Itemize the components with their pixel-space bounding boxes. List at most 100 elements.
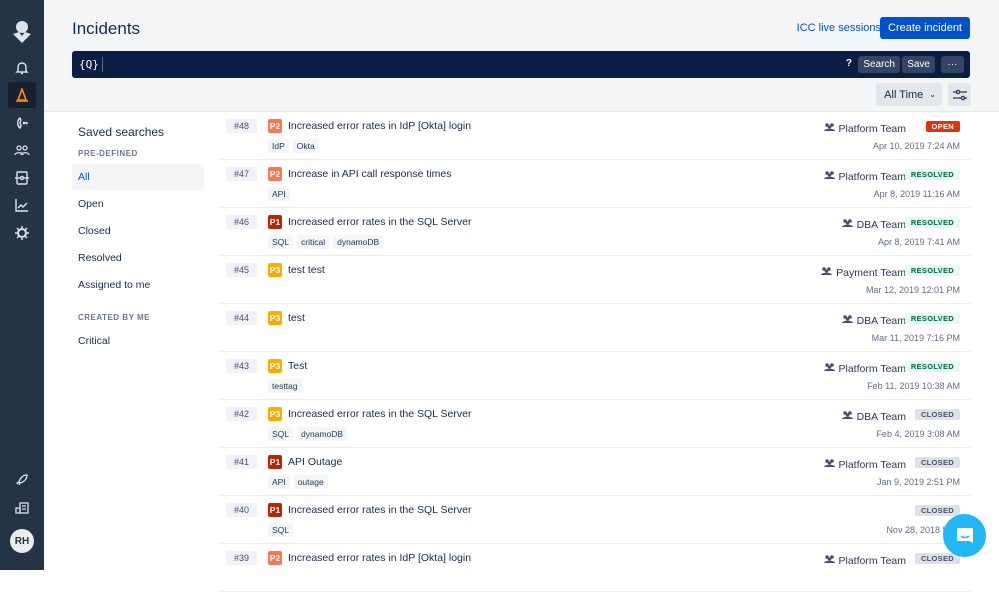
saved-search-all[interactable]: All xyxy=(72,164,204,190)
tag[interactable]: outage xyxy=(293,475,328,489)
team-name: Payment Team xyxy=(836,266,906,279)
chevron-down-icon: ⌄ xyxy=(929,90,936,99)
team: DBA Team xyxy=(841,410,906,423)
phone-icon[interactable] xyxy=(8,110,36,136)
incident-row[interactable]: #48 P2 Increased error rates in IdP [Okt… xyxy=(220,112,970,160)
incident-row[interactable]: #44 P3 test DBA Team RESOLVED Mar 11, 2019 … xyxy=(220,304,970,352)
incidents-cone-icon[interactable] xyxy=(8,82,36,108)
incident-id[interactable]: #46 xyxy=(226,215,257,229)
saved-search-assigned-to-me[interactable]: Assigned to me xyxy=(72,272,204,298)
time-range-value: All Time xyxy=(884,88,924,101)
analytics-icon[interactable] xyxy=(8,192,36,218)
tag-list: SQL xyxy=(268,523,294,537)
tag[interactable]: IdP xyxy=(268,139,289,153)
incident-row[interactable]: #46 P1 Increased error rates in the SQL … xyxy=(220,208,970,256)
app-logo-icon[interactable] xyxy=(8,18,36,46)
team-icon xyxy=(821,266,833,279)
status-badge: RESOLVED xyxy=(904,361,960,372)
time-range-select[interactable]: All Time ⌄ xyxy=(876,83,942,106)
team-name: DBA Team xyxy=(856,314,906,327)
global-sidebar: RH xyxy=(0,0,44,570)
incident-title[interactable]: Increase in API call response times xyxy=(288,168,451,180)
bell-icon[interactable] xyxy=(8,55,36,81)
incident-date: Mar 11, 2019 7:16 PM xyxy=(871,333,960,343)
search-input[interactable] xyxy=(102,57,103,72)
incident-id[interactable]: #42 xyxy=(226,407,257,421)
incident-id[interactable]: #41 xyxy=(226,455,257,469)
help-button[interactable]: ? xyxy=(846,58,852,69)
incident-row[interactable]: #39 P2 Increased error rates in IdP [Okt… xyxy=(220,544,970,592)
incident-row[interactable]: #47 P2 Increase in API call response tim… xyxy=(220,160,970,208)
tag[interactable]: Okta xyxy=(292,139,319,153)
saved-search-open[interactable]: Open xyxy=(72,191,204,217)
status-badge: RESOLVED xyxy=(904,217,960,228)
sliders-icon xyxy=(952,89,967,100)
incident-date: Apr 8, 2019 7:41 AM xyxy=(877,237,960,247)
tag[interactable]: SQL xyxy=(268,427,294,441)
incident-id[interactable]: #47 xyxy=(226,167,257,181)
priority-badge: P3 xyxy=(268,407,282,421)
status-badge: CLOSED xyxy=(914,457,960,468)
status-badge: RESOLVED xyxy=(904,313,960,324)
save-button[interactable]: Save xyxy=(902,56,935,73)
gear-icon[interactable] xyxy=(8,220,36,246)
incident-id[interactable]: #40 xyxy=(226,503,257,517)
filter-settings-button[interactable] xyxy=(948,83,971,106)
tag[interactable]: critical xyxy=(297,235,330,249)
incident-id[interactable]: #48 xyxy=(226,119,257,133)
rocket-icon[interactable] xyxy=(8,467,36,493)
incident-date: Feb 11, 2019 10:38 AM xyxy=(867,381,960,391)
priority-badge: P3 xyxy=(268,311,282,325)
tag[interactable]: API xyxy=(268,187,290,201)
saved-search-closed[interactable]: Closed xyxy=(72,218,204,244)
search-button[interactable]: Search xyxy=(858,56,900,73)
tag[interactable]: dynamoDB xyxy=(297,427,348,441)
people-icon[interactable] xyxy=(8,137,36,163)
integration-icon[interactable] xyxy=(8,165,36,191)
priority-badge: P2 xyxy=(268,167,282,181)
incident-title[interactable]: Increased error rates in the SQL Server xyxy=(288,216,471,228)
tag-list: API outage xyxy=(268,475,328,489)
incident-row[interactable]: #42 P3 Increased error rates in the SQL … xyxy=(220,400,970,448)
status-badge: CLOSED xyxy=(914,553,960,564)
incident-title[interactable]: Increased error rates in the SQL Server xyxy=(288,408,471,420)
incident-id[interactable]: #44 xyxy=(226,311,257,325)
tag[interactable]: SQL xyxy=(268,523,294,537)
incident-title[interactable]: Increased error rates in the SQL Server xyxy=(288,504,471,516)
tag[interactable]: SQL xyxy=(268,235,294,249)
create-incident-button[interactable]: Create incident xyxy=(880,17,970,39)
feedback-icon[interactable] xyxy=(8,495,36,521)
team-name: Platform Team xyxy=(838,170,907,183)
icc-live-sessions-link[interactable]: ICC live sessions xyxy=(797,22,881,34)
incident-row[interactable]: #43 P3 Test testtag Platform Team RESOLVED F… xyxy=(220,352,970,400)
incident-title[interactable]: Increased error rates in IdP [Okta] logi… xyxy=(288,120,471,132)
incident-id[interactable]: #39 xyxy=(226,551,257,565)
incident-row[interactable]: #41 P1 API Outage API outage Platform Team C… xyxy=(220,448,970,496)
saved-search-resolved[interactable]: Resolved xyxy=(72,245,204,271)
tag[interactable]: testtag xyxy=(268,379,302,393)
page-title: Incidents xyxy=(72,19,141,38)
team-icon xyxy=(841,410,853,423)
tag-list: API xyxy=(268,187,290,201)
more-button[interactable]: ··· xyxy=(941,56,964,73)
incident-row[interactable]: #45 P3 test test Payment Team RESOLVED Mar … xyxy=(220,256,970,304)
tag[interactable]: API xyxy=(268,475,290,489)
team-icon xyxy=(823,554,835,567)
incident-title[interactable]: Test xyxy=(288,360,307,372)
incident-title[interactable]: test test xyxy=(288,264,325,276)
saved-search-critical[interactable]: Critical xyxy=(72,328,204,354)
user-avatar[interactable]: RH xyxy=(10,529,34,553)
incident-id[interactable]: #45 xyxy=(226,263,257,277)
tag[interactable]: dynamoDB xyxy=(333,235,384,249)
team-name: Platform Team xyxy=(838,122,907,135)
incident-title[interactable]: API Outage xyxy=(288,456,342,468)
incident-title[interactable]: test xyxy=(288,312,305,324)
team: DBA Team xyxy=(841,314,906,327)
search-bar[interactable]: {Q} ? Search Save ··· xyxy=(72,51,970,78)
team: Platform Team xyxy=(823,554,906,567)
chat-button[interactable] xyxy=(943,514,986,557)
incident-id[interactable]: #43 xyxy=(226,359,257,373)
priority-badge: P1 xyxy=(268,215,282,229)
incident-row[interactable]: #40 P1 Increased error rates in the SQL … xyxy=(220,496,970,544)
incident-title[interactable]: Increased error rates in IdP [Okta] logi… xyxy=(288,552,471,564)
